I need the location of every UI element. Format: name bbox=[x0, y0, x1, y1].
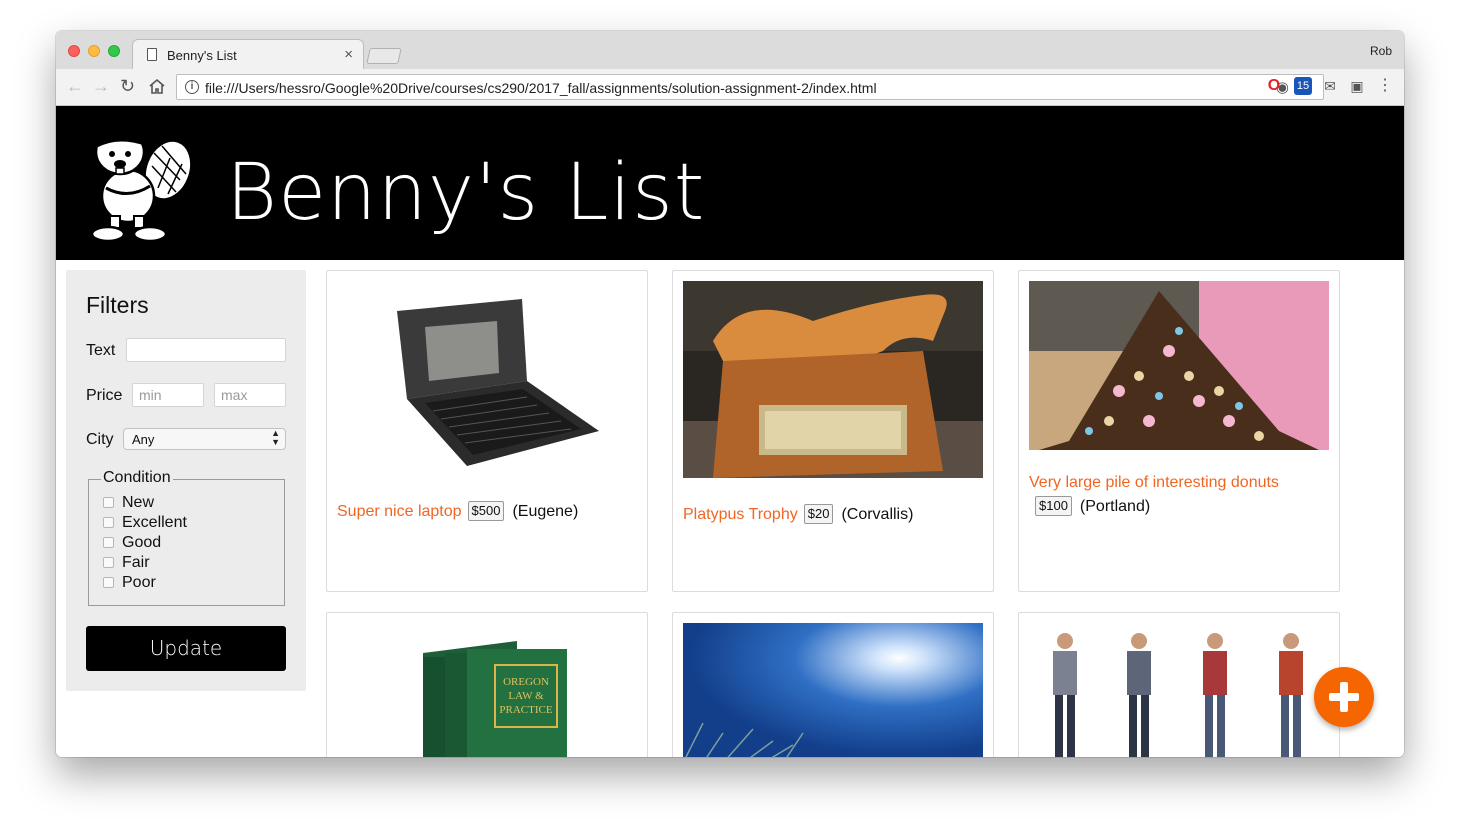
condition-excellent[interactable]: Excellent bbox=[103, 514, 187, 532]
info-icon[interactable]: i bbox=[185, 80, 199, 94]
condition-excellent-checkbox[interactable] bbox=[103, 517, 114, 528]
post-price: $20 bbox=[803, 504, 834, 524]
update-button[interactable]: Update bbox=[86, 626, 286, 671]
tab-active[interactable]: Benny's List × bbox=[132, 39, 364, 70]
condition-new-label: New bbox=[122, 494, 155, 511]
post-price: $100 bbox=[1035, 496, 1072, 516]
post-price: $500 bbox=[467, 501, 505, 521]
post-image-people bbox=[1029, 623, 1329, 757]
back-icon[interactable]: ← bbox=[66, 76, 84, 96]
tab-close-icon[interactable]: × bbox=[344, 46, 353, 63]
minimize-window-button[interactable] bbox=[88, 45, 100, 57]
post-image-trophy bbox=[683, 281, 983, 478]
price-max-input[interactable]: max bbox=[214, 383, 286, 407]
post-card[interactable] bbox=[1018, 612, 1340, 757]
mail-extension-icon[interactable]: ✉ bbox=[1321, 77, 1339, 95]
condition-fair-checkbox[interactable] bbox=[103, 557, 114, 568]
post-city: (Eugene) bbox=[512, 503, 579, 520]
address-bar[interactable]: i file:///Users/hessro/Google%20Drive/co… bbox=[176, 74, 1324, 100]
text-filter-label: Text bbox=[86, 342, 116, 359]
beaver-mascot-icon bbox=[90, 128, 193, 243]
city-selected-value: Any bbox=[132, 432, 155, 447]
condition-fair-label: Fair bbox=[122, 554, 150, 571]
extension-icon[interactable]: ▣ bbox=[1348, 77, 1366, 95]
condition-new-checkbox[interactable] bbox=[103, 497, 114, 508]
post-title[interactable]: Platypus Trophy bbox=[683, 506, 798, 523]
book-title-line-3: PRACTICE bbox=[499, 704, 552, 716]
condition-legend: Condition bbox=[101, 469, 173, 487]
post-info: Super nice laptop $500 (Eugene) bbox=[337, 500, 637, 524]
post-image-sky bbox=[683, 623, 983, 757]
condition-excellent-label: Excellent bbox=[122, 514, 187, 531]
site-header: Benny's List bbox=[56, 106, 1404, 260]
condition-good-label: Good bbox=[122, 534, 162, 551]
close-window-button[interactable] bbox=[68, 45, 80, 57]
zoom-window-button[interactable] bbox=[108, 45, 120, 57]
post-title[interactable]: Very large pile of interesting donuts bbox=[1029, 474, 1279, 491]
price-filter-label: Price bbox=[86, 387, 123, 404]
home-icon[interactable] bbox=[148, 78, 166, 95]
post-image-laptop bbox=[337, 281, 637, 481]
post-card[interactable]: OREGON LAW & PRACTICE bbox=[326, 612, 648, 757]
post-card[interactable]: Very large pile of interesting donuts $10… bbox=[1018, 270, 1340, 592]
browser-toolbar: ← → ↻ i file:///Users/hessro/Google%20Dr… bbox=[56, 69, 1404, 106]
tab-title: Benny's List bbox=[167, 48, 237, 63]
condition-fieldset: Condition New Excellent Good Fair Poor bbox=[88, 469, 285, 606]
condition-good-checkbox[interactable] bbox=[103, 537, 114, 548]
select-arrows-icon: ▲ ▼ bbox=[271, 428, 280, 447]
post-city: (Portland) bbox=[1079, 498, 1151, 515]
condition-poor[interactable]: Poor bbox=[103, 574, 156, 592]
price-min-input[interactable]: min bbox=[132, 383, 204, 407]
profile-name[interactable]: Rob bbox=[1370, 44, 1392, 58]
city-filter-label: City bbox=[86, 431, 114, 448]
calendar-extension-icon[interactable]: 15 bbox=[1294, 77, 1312, 95]
post-info: Platypus Trophy $20 (Corvallis) bbox=[683, 503, 983, 527]
post-info: Very large pile of interesting donuts $10… bbox=[1029, 471, 1329, 519]
page-icon bbox=[147, 48, 157, 61]
site-title: Benny's List bbox=[226, 148, 706, 238]
browser-window: Benny's List × Rob ← → ↻ i file:///Users… bbox=[56, 31, 1404, 757]
filters-panel: Filters Text Price min max City Any ▲ ▼ C… bbox=[66, 270, 306, 691]
plus-icon bbox=[1329, 682, 1359, 712]
post-card[interactable] bbox=[672, 612, 994, 757]
post-image-donuts bbox=[1029, 281, 1329, 450]
condition-poor-checkbox[interactable] bbox=[103, 577, 114, 588]
add-post-button[interactable] bbox=[1314, 667, 1374, 727]
menu-icon[interactable]: ⋮ bbox=[1376, 77, 1394, 95]
post-image-books: OREGON LAW & PRACTICE bbox=[337, 623, 637, 757]
reload-icon[interactable]: ↻ bbox=[120, 76, 135, 96]
city-select[interactable]: Any ▲ ▼ bbox=[123, 428, 286, 450]
filters-heading: Filters bbox=[86, 292, 149, 318]
post-card[interactable]: Super nice laptop $500 (Eugene) bbox=[326, 270, 648, 592]
condition-good[interactable]: Good bbox=[103, 534, 161, 552]
extension-badge: 15 bbox=[1296, 80, 1310, 92]
book-title-line-1: OREGON bbox=[503, 676, 549, 688]
new-tab-button[interactable] bbox=[366, 48, 402, 64]
opera-extension-icon[interactable]: O bbox=[1265, 77, 1283, 95]
post-city: (Corvallis) bbox=[841, 506, 914, 523]
forward-icon[interactable]: → bbox=[92, 76, 110, 96]
condition-poor-label: Poor bbox=[122, 574, 156, 591]
tab-strip: Benny's List × Rob bbox=[56, 31, 1404, 70]
condition-fair[interactable]: Fair bbox=[103, 554, 150, 572]
page-content: Benny's List Filters Text Price min max … bbox=[56, 106, 1404, 757]
url-text[interactable]: file:///Users/hessro/Google%20Drive/cour… bbox=[205, 80, 877, 96]
post-title[interactable]: Super nice laptop bbox=[337, 503, 462, 520]
book-title-line-2: LAW & bbox=[508, 690, 544, 702]
text-filter-input[interactable] bbox=[126, 338, 286, 362]
post-card[interactable]: Platypus Trophy $20 (Corvallis) bbox=[672, 270, 994, 592]
condition-new[interactable]: New bbox=[103, 494, 154, 512]
